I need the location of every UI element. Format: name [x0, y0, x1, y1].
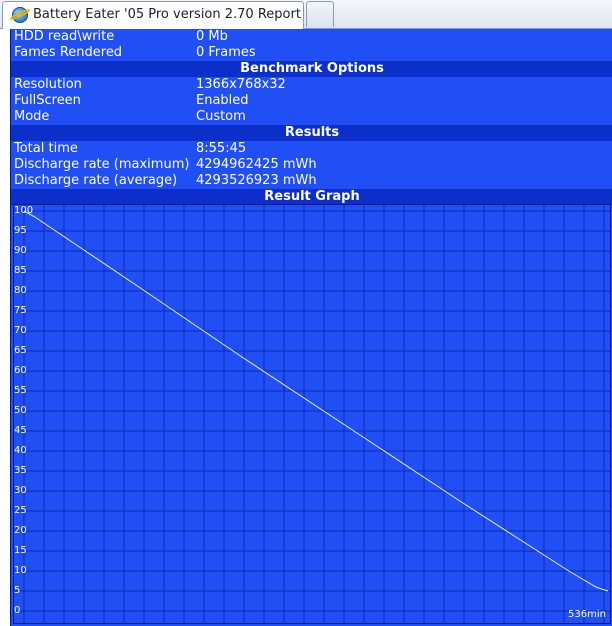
y-tick-label: 85	[14, 265, 27, 276]
y-tick-label: 95	[14, 225, 27, 236]
report-tab[interactable]: Battery Eater '05 Pro version 2.70 Repor…	[2, 1, 304, 29]
result-graph: 0 5 10 15 20 25 30 35 40 45 50 55 60 65 70 75 80 85 90 95 10…	[13, 204, 611, 624]
internet-explorer-icon	[12, 7, 28, 23]
y-tick-label: 45	[14, 425, 27, 436]
row-value: Enabled	[196, 93, 249, 108]
benchmark-options-header: Benchmark Options	[11, 61, 612, 77]
y-tick-label: 55	[14, 385, 27, 396]
result-graph-svg	[14, 205, 610, 623]
row-label: Discharge rate (average)	[14, 173, 178, 188]
y-tick-label: 90	[14, 245, 27, 256]
y-tick-label: 15	[14, 545, 27, 556]
row-value: Custom	[196, 109, 246, 124]
new-tab-button[interactable]	[306, 1, 334, 27]
row-label: Mode	[14, 109, 50, 124]
y-tick-label: 30	[14, 485, 27, 496]
row-value: 4293526923 mWh	[196, 173, 317, 188]
report-body: HDD read\write 0 Mb Fames Rendered 0 Fra…	[10, 29, 612, 626]
y-tick-label: 50	[14, 405, 27, 416]
results-header: Results	[11, 125, 612, 141]
result-graph-header: Result Graph	[11, 189, 612, 205]
tab-title: Battery Eater '05 Pro version 2.70 Repor…	[33, 7, 301, 22]
row-label: Resolution	[14, 77, 82, 92]
row-label: Discharge rate (maximum)	[14, 157, 190, 172]
y-tick-label: 80	[14, 285, 27, 296]
row-label: HDD read\write	[14, 29, 115, 44]
y-tick-label: 35	[14, 465, 27, 476]
results-row-discharge-max: Discharge rate (maximum) 4294962425 mWh	[11, 157, 612, 173]
y-tick-label: 0	[14, 605, 21, 616]
row-value: 1366x768x32	[196, 77, 286, 92]
y-tick-label: 60	[14, 365, 27, 376]
info-row-hdd: HDD read\write 0 Mb	[11, 29, 612, 45]
row-label: Total time	[14, 141, 78, 156]
row-value: 4294962425 mWh	[196, 157, 317, 172]
row-label: Fames Rendered	[14, 45, 123, 60]
results-row-total-time: Total time 8:55:45	[11, 141, 612, 157]
x-end-label: 536min	[568, 609, 606, 620]
results-row-discharge-avg: Discharge rate (average) 4293526923 mWh	[11, 173, 612, 189]
row-value: 0 Frames	[196, 45, 256, 60]
y-tick-label: 5	[14, 585, 21, 596]
y-tick-label: 70	[14, 325, 27, 336]
benchmark-row-fullscreen: FullScreen Enabled	[11, 93, 612, 109]
row-value: 0 Mb	[196, 29, 228, 44]
y-tick-label: 75	[14, 305, 27, 316]
info-row-frames: Fames Rendered 0 Frames	[11, 45, 612, 61]
y-tick-label: 40	[14, 445, 27, 456]
row-label: FullScreen	[14, 93, 81, 108]
y-tick-label: 10	[14, 565, 27, 576]
y-tick-label: 100	[14, 205, 34, 216]
y-tick-label: 25	[14, 505, 27, 516]
battery-level-line	[23, 210, 609, 592]
benchmark-row-resolution: Resolution 1366x768x32	[11, 77, 612, 93]
y-tick-label: 20	[14, 525, 27, 536]
browser-tab-bar: Battery Eater '05 Pro version 2.70 Repor…	[0, 0, 612, 29]
y-tick-label: 65	[14, 345, 27, 356]
benchmark-row-mode: Mode Custom	[11, 109, 612, 125]
row-value: 8:55:45	[196, 141, 247, 156]
